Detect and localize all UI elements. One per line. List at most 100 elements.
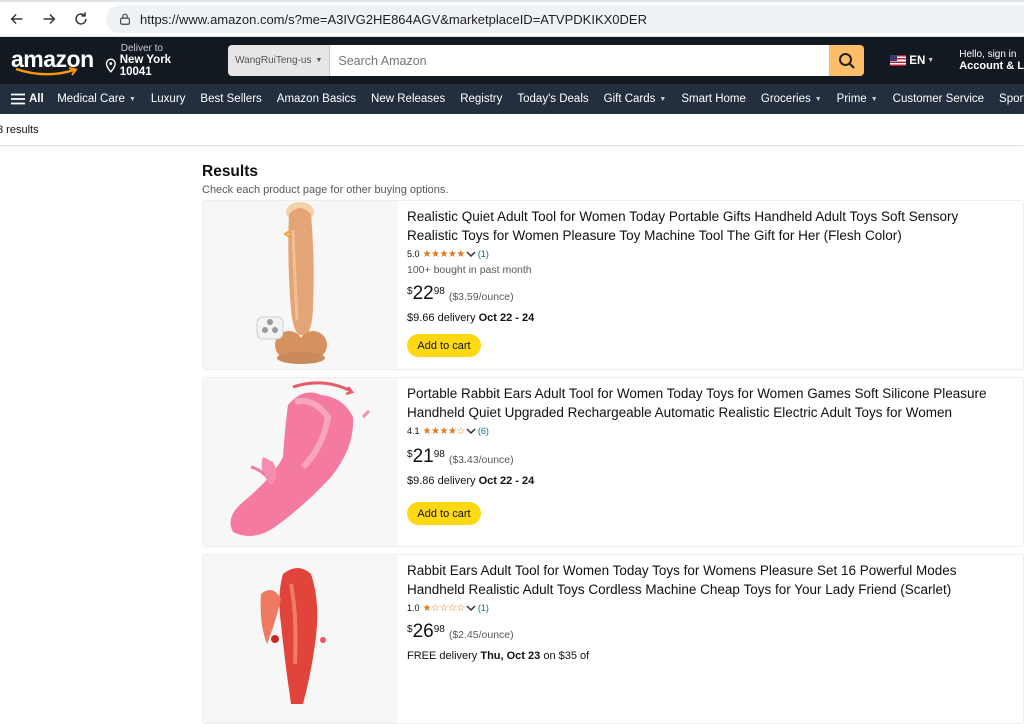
account-greeting: Hello, sign in	[959, 49, 1017, 60]
chevron-down-icon[interactable]	[466, 251, 476, 257]
price-whole: 26	[412, 621, 434, 642]
all-label: All	[29, 93, 44, 105]
nav-item-medical-care[interactable]: Medical Care ▼	[50, 93, 144, 105]
price-whole: 22	[412, 283, 434, 304]
nav-item-gift-cards[interactable]: Gift Cards ▼	[596, 93, 674, 105]
nav-item-prime[interactable]: Prime ▼	[829, 93, 885, 105]
nav-item-sports-outdoors[interactable]: Sports & Outdoors	[992, 93, 1024, 105]
caret-down-icon: ▼	[927, 57, 935, 64]
language-selector[interactable]: EN ▼	[890, 55, 934, 67]
product-image[interactable]	[203, 555, 398, 723]
account-menu[interactable]: Hello, sign in Account & L	[959, 49, 1024, 72]
address-bar[interactable]: https://www.amazon.com/s?me=A3IVG2HE864A…	[106, 5, 1024, 33]
price-fraction: 98	[433, 449, 445, 460]
star-rating-icon[interactable]: ★★★★☆	[423, 426, 466, 437]
nav-item-customer-service[interactable]: Customer Service	[885, 93, 991, 105]
product-title[interactable]: Portable Rabbit Ears Adult Tool for Wome…	[407, 384, 998, 422]
price[interactable]: $ 22 98 ($3.59/ounce)	[407, 284, 998, 303]
product-image[interactable]	[203, 378, 398, 546]
nav-item-best-sellers[interactable]: Best Sellers	[193, 93, 269, 105]
caret-down-icon: ▼	[814, 95, 822, 103]
nav-item-amazon-basics[interactable]: Amazon Basics	[269, 93, 363, 105]
rating-value: 5.0	[407, 249, 420, 259]
price[interactable]: $ 26 98 ($2.45/ounce)	[407, 622, 998, 641]
price-whole: 21	[412, 446, 434, 467]
nav-item-label: Best Sellers	[200, 93, 262, 105]
product-title[interactable]: Rabbit Ears Adult Tool for Women Today T…	[407, 561, 998, 599]
amazon-logo[interactable]: amazon	[10, 43, 94, 79]
price-fraction: 98	[433, 624, 445, 635]
nav-item-label: Groceries	[760, 93, 811, 105]
us-flag-icon	[890, 55, 907, 66]
forward-button[interactable]	[34, 4, 64, 34]
delivery-date: Thu, Oct 23	[480, 650, 541, 662]
product-card: Realistic Quiet Adult Tool for Women Tod…	[202, 200, 1024, 370]
price-fraction: 98	[433, 286, 445, 297]
unit-price: ($2.45/ounce)	[448, 629, 514, 641]
product-card: Portable Rabbit Ears Adult Tool for Wome…	[202, 377, 1024, 547]
chevron-down-icon[interactable]	[466, 605, 476, 611]
url-text[interactable]: https://www.amazon.com/s?me=A3IVG2HE864A…	[140, 12, 647, 27]
site-header: amazon Deliver to New York 10041 WangRui…	[0, 37, 1024, 84]
search-button[interactable]	[829, 45, 865, 76]
product-image[interactable]	[203, 201, 398, 369]
caret-down-icon: ▼	[128, 95, 136, 103]
add-to-cart-button[interactable]: Add to cart	[407, 502, 481, 525]
deliver-to[interactable]: Deliver to New York 10041	[104, 43, 204, 78]
unit-price: ($3.43/ounce)	[448, 454, 514, 466]
price[interactable]: $ 21 98 ($3.43/ounce)	[407, 447, 998, 466]
review-count-link[interactable]: (6)	[478, 426, 489, 436]
caret-down-icon: ▼	[315, 57, 323, 64]
result-count: 3 results	[0, 123, 39, 136]
review-count-link[interactable]: (1)	[478, 249, 489, 259]
search-department-select[interactable]: WangRuiTeng-us ▼	[228, 45, 331, 76]
nav-item-label: Prime	[836, 93, 867, 105]
nav-item-today-s-deals[interactable]: Today's Deals	[510, 93, 596, 105]
nav-item-label: Medical Care	[57, 93, 125, 105]
nav-item-smart-home[interactable]: Smart Home	[674, 93, 754, 105]
nav-item-new-releases[interactable]: New Releases	[364, 93, 453, 105]
product-card: Rabbit Ears Adult Tool for Women Today T…	[202, 554, 1024, 724]
caret-down-icon: ▼	[659, 95, 667, 103]
rating-value: 1.0	[407, 603, 420, 613]
star-rating-icon[interactable]: ★☆☆☆☆	[423, 603, 466, 614]
smile-arrow-icon	[15, 66, 78, 76]
nav-item-groceries[interactable]: Groceries ▼	[753, 93, 829, 105]
browser-toolbar: https://www.amazon.com/s?me=A3IVG2HE864A…	[0, 0, 1024, 37]
deliver-label: Deliver to	[120, 43, 163, 54]
review-count-link[interactable]: (1)	[478, 603, 489, 613]
rating-row: 4.1 ★★★★☆ (6)	[407, 425, 998, 437]
account-label: Account & L	[959, 60, 1024, 72]
arrow-right-icon	[43, 13, 56, 25]
nav-item-luxury[interactable]: Luxury	[143, 93, 193, 105]
reload-icon	[75, 12, 87, 25]
search-input[interactable]	[330, 45, 830, 76]
delivery-info: $9.66 delivery Oct 22 - 24	[407, 312, 998, 324]
back-button[interactable]	[2, 4, 32, 34]
nav-item-label: Customer Service	[892, 93, 985, 105]
search-icon	[838, 52, 855, 69]
product-photo-graphic	[230, 381, 371, 536]
nav-item-label: Smart Home	[681, 93, 746, 105]
unit-price: ($3.59/ounce)	[448, 291, 514, 303]
arrow-left-icon	[10, 13, 23, 25]
delivery-prefix: FREE delivery	[407, 650, 478, 662]
site-info-icon[interactable]	[118, 12, 132, 26]
chevron-down-icon[interactable]	[466, 428, 476, 434]
delivery-date: Oct 22 - 24	[478, 475, 535, 487]
product-photo-graphic	[260, 568, 326, 704]
category-nav: All Medical Care ▼ Luxury Best Sellers Amazo…	[0, 84, 1024, 114]
all-menu-button[interactable]: All	[11, 93, 44, 105]
results-subheading: Check each product page for other buying…	[202, 184, 449, 196]
star-rating-icon[interactable]: ★★★★★	[423, 249, 466, 260]
add-to-cart-button[interactable]: Add to cart	[407, 334, 481, 357]
nav-item-registry[interactable]: Registry	[453, 93, 510, 105]
nav-item-label: Sports & Outdoors	[999, 93, 1024, 105]
rating-row: 5.0 ★★★★★ (1)	[407, 248, 998, 260]
delivery-suffix: on $35 of	[543, 650, 590, 662]
product-title[interactable]: Realistic Quiet Adult Tool for Women Tod…	[407, 207, 998, 245]
results-heading: Results	[202, 163, 258, 180]
product-photo-graphic	[256, 202, 327, 364]
delivery-info: FREE delivery Thu, Oct 23 on $35 of	[407, 650, 998, 662]
reload-button[interactable]	[66, 4, 96, 34]
